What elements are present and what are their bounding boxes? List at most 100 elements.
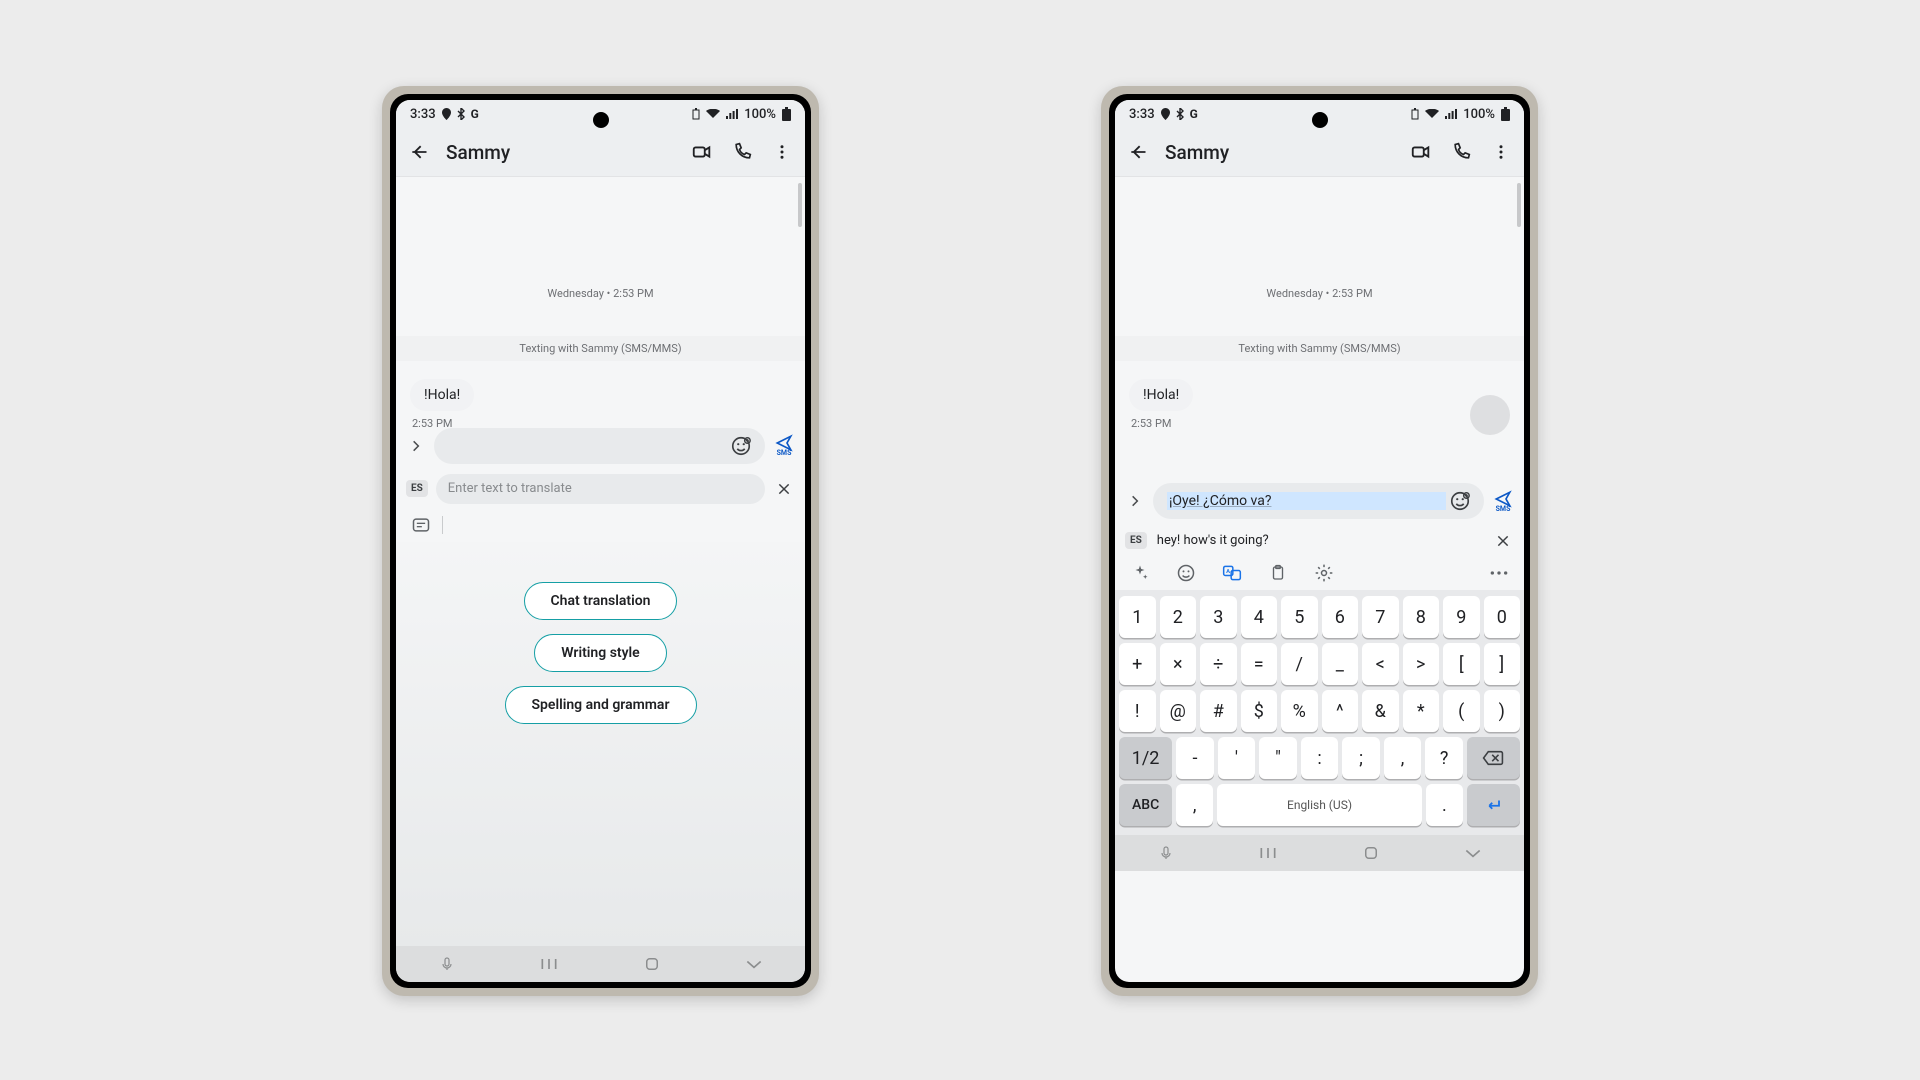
- keyboard-toolbar: A: [1115, 556, 1524, 590]
- key-[[interactable]: [: [1443, 643, 1480, 685]
- back-icon[interactable]: [406, 139, 432, 165]
- contact-name[interactable]: Sammy: [446, 141, 675, 164]
- key-,[interactable]: ,: [1384, 737, 1422, 779]
- key-%[interactable]: %: [1281, 690, 1318, 732]
- suggestion-spelling-grammar[interactable]: Spelling and grammar: [505, 686, 697, 724]
- conversation-area[interactable]: Wednesday • 2:53 PM Texting with Sammy (…: [396, 177, 805, 542]
- lang-badge[interactable]: ES: [1125, 532, 1147, 549]
- conversation-area[interactable]: Wednesday • 2:53 PM Texting with Sammy (…: [1115, 177, 1524, 477]
- keyboard-hide-icon[interactable]: [1461, 841, 1485, 865]
- key-4[interactable]: 4: [1241, 596, 1278, 638]
- compose-row: ¡Oye! ¿Cómo va? SMS: [1115, 477, 1524, 525]
- key-6[interactable]: 6: [1322, 596, 1359, 638]
- key-comma[interactable]: ,: [1176, 784, 1213, 826]
- app-header: Sammy: [396, 128, 805, 177]
- key-enter[interactable]: [1467, 784, 1520, 826]
- more-icon[interactable]: [769, 139, 795, 165]
- key-0[interactable]: 0: [1484, 596, 1521, 638]
- ai-sparkle-icon[interactable]: [1129, 562, 1151, 584]
- key-3[interactable]: 3: [1200, 596, 1237, 638]
- recents-icon[interactable]: [537, 952, 561, 976]
- key-5[interactable]: 5: [1281, 596, 1318, 638]
- compose-input[interactable]: ¡Oye! ¿Cómo va?: [1153, 483, 1484, 519]
- video-call-icon[interactable]: [1408, 139, 1434, 165]
- translate-icon[interactable]: A: [1221, 562, 1243, 584]
- key-space[interactable]: English (US): [1217, 784, 1422, 826]
- location-icon: [442, 108, 451, 120]
- send-button[interactable]: SMS: [773, 434, 795, 457]
- close-icon[interactable]: [1492, 530, 1514, 552]
- video-call-icon[interactable]: [689, 139, 715, 165]
- expand-chevron-icon[interactable]: [1125, 491, 1145, 511]
- key-period[interactable]: .: [1426, 784, 1463, 826]
- key-7[interactable]: 7: [1362, 596, 1399, 638]
- key-/[interactable]: /: [1281, 643, 1318, 685]
- scrollbar[interactable]: [798, 183, 802, 227]
- key-<[interactable]: <: [1362, 643, 1399, 685]
- back-icon[interactable]: [1125, 139, 1151, 165]
- key-1[interactable]: 1: [1119, 596, 1156, 638]
- key-abc[interactable]: ABC: [1119, 784, 1172, 826]
- key-symbol-toggle[interactable]: 1/2: [1119, 737, 1172, 779]
- key--[interactable]: -: [1176, 737, 1214, 779]
- message-bubble[interactable]: !Hola!: [410, 379, 474, 411]
- emoji-icon[interactable]: [1446, 487, 1474, 515]
- message-bubble[interactable]: !Hola!: [1129, 379, 1193, 411]
- key-9[interactable]: 9: [1443, 596, 1480, 638]
- keyboard-hide-icon[interactable]: [742, 952, 766, 976]
- contact-name[interactable]: Sammy: [1165, 141, 1394, 164]
- recents-icon[interactable]: [1256, 841, 1280, 865]
- translate-input[interactable]: hey! how's it going?: [1155, 529, 1484, 552]
- key-=[interactable]: =: [1241, 643, 1278, 685]
- key-#[interactable]: #: [1200, 690, 1237, 732]
- mic-icon[interactable]: [435, 952, 459, 976]
- key-÷[interactable]: ÷: [1200, 643, 1237, 685]
- home-icon[interactable]: [640, 952, 664, 976]
- key-_[interactable]: _: [1322, 643, 1359, 685]
- key->[interactable]: >: [1403, 643, 1440, 685]
- key-][interactable]: ]: [1484, 643, 1521, 685]
- emoji-icon[interactable]: [727, 432, 755, 460]
- close-icon[interactable]: [773, 478, 795, 500]
- key-)[interactable]: ): [1484, 690, 1521, 732]
- key-;[interactable]: ;: [1342, 737, 1380, 779]
- lang-badge[interactable]: ES: [406, 480, 428, 497]
- key-8[interactable]: 8: [1403, 596, 1440, 638]
- key-$[interactable]: $: [1241, 690, 1278, 732]
- key-![interactable]: !: [1119, 690, 1156, 732]
- clipboard-icon[interactable]: [1267, 562, 1289, 584]
- more-horizontal-icon[interactable]: [1488, 562, 1510, 584]
- key-backspace[interactable]: [1467, 737, 1520, 779]
- compose-input[interactable]: [434, 428, 765, 464]
- key-*[interactable]: *: [1403, 690, 1440, 732]
- key-?[interactable]: ?: [1425, 737, 1463, 779]
- suggestion-writing-style[interactable]: Writing style: [534, 634, 666, 672]
- texting-with-label: Texting with Sammy (SMS/MMS): [396, 336, 805, 361]
- more-icon[interactable]: [1488, 139, 1514, 165]
- mic-icon[interactable]: [1154, 841, 1178, 865]
- key-+[interactable]: +: [1119, 643, 1156, 685]
- gear-icon[interactable]: [1313, 562, 1335, 584]
- translate-input[interactable]: Enter text to translate: [436, 474, 765, 504]
- key-([interactable]: (: [1443, 690, 1480, 732]
- key-'[interactable]: ': [1218, 737, 1256, 779]
- smiley-icon[interactable]: [1175, 562, 1197, 584]
- translate-mode-icon[interactable]: [410, 514, 432, 536]
- key-^[interactable]: ^: [1322, 690, 1359, 732]
- phone-call-icon[interactable]: [729, 139, 755, 165]
- suggestion-chat-translation[interactable]: Chat translation: [524, 582, 678, 620]
- key-&[interactable]: &: [1362, 690, 1399, 732]
- scrollbar[interactable]: [1517, 183, 1521, 227]
- key-:[interactable]: :: [1301, 737, 1339, 779]
- key-"[interactable]: ": [1259, 737, 1297, 779]
- key-2[interactable]: 2: [1160, 596, 1197, 638]
- expand-chevron-icon[interactable]: [406, 436, 426, 456]
- key-@[interactable]: @: [1160, 690, 1197, 732]
- suggestions-panel: Chat translation Writing style Spelling …: [396, 542, 805, 947]
- send-button[interactable]: SMS: [1492, 490, 1514, 513]
- message-time: 2:53 PM: [1131, 417, 1508, 430]
- home-icon[interactable]: [1359, 841, 1383, 865]
- key-×[interactable]: ×: [1160, 643, 1197, 685]
- status-time: 3:33: [410, 107, 436, 122]
- phone-call-icon[interactable]: [1448, 139, 1474, 165]
